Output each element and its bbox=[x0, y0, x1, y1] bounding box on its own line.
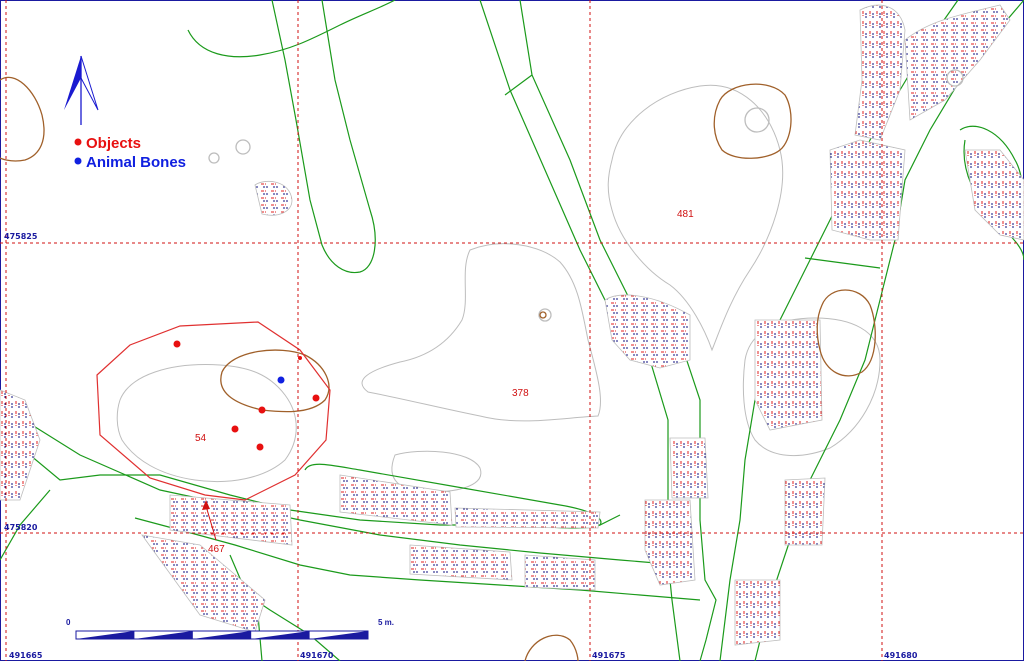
scale-bar-start-label: 0 bbox=[66, 618, 71, 627]
feature-label-467: 467 bbox=[208, 544, 225, 555]
north-arrow-icon bbox=[64, 55, 99, 125]
grid-coordinates: 475825 475820 491665 491670 491675 49168… bbox=[4, 232, 918, 660]
animal-bone-point bbox=[277, 376, 285, 384]
site-plan-map: 475825 475820 491665 491670 491675 49168… bbox=[0, 0, 1024, 661]
x-coord-label: 491680 bbox=[884, 651, 918, 660]
object-point bbox=[312, 394, 320, 402]
pit-54 bbox=[220, 349, 330, 413]
legend-animal-bones-label: Animal Bones bbox=[86, 154, 186, 171]
feature-label-54: 54 bbox=[195, 433, 207, 444]
pit-south bbox=[524, 634, 579, 661]
x-coord-label: 491675 bbox=[592, 651, 626, 660]
trench-north-curve bbox=[187, 0, 396, 58]
object-point bbox=[173, 340, 181, 348]
object-point bbox=[298, 356, 302, 360]
animal-bone-points bbox=[277, 376, 285, 384]
soil-outline-378 bbox=[361, 243, 601, 422]
y-coord-label: 475820 bbox=[4, 523, 38, 532]
soil-boundaries bbox=[116, 84, 881, 493]
scale-bar-end-label: 5 m. bbox=[378, 618, 394, 627]
feature-label-378: 378 bbox=[512, 388, 529, 399]
y-coord-label: 475825 bbox=[4, 232, 38, 241]
pit-west bbox=[0, 76, 45, 162]
trench-north-arm bbox=[271, 0, 376, 274]
soil-outline-54 bbox=[116, 364, 297, 483]
legend-objects-label: Objects bbox=[86, 135, 141, 152]
object-point bbox=[231, 425, 239, 433]
excavated-sections bbox=[0, 4, 1024, 646]
map-legend: Objects Animal Bones bbox=[74, 135, 186, 171]
pit-east bbox=[816, 289, 876, 377]
object-point bbox=[256, 443, 264, 451]
legend-object-swatch bbox=[74, 138, 82, 146]
x-coord-label: 491665 bbox=[9, 651, 43, 660]
legend-bone-swatch bbox=[74, 157, 82, 165]
x-coord-label: 491670 bbox=[300, 651, 334, 660]
object-point bbox=[258, 406, 266, 414]
map-canvas: 475825 475820 491665 491670 491675 49168… bbox=[0, 0, 1024, 661]
feature-label-481: 481 bbox=[677, 209, 694, 220]
